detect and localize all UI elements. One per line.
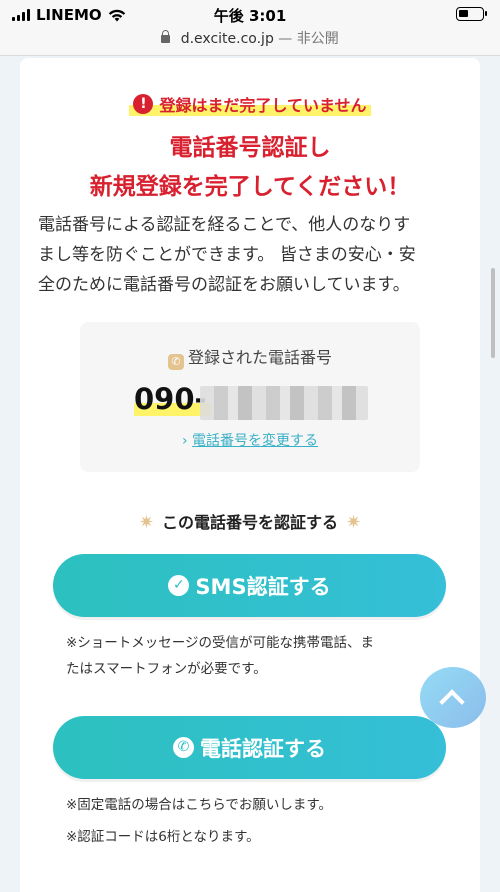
registered-phone-box: ✆ 登録された電話番号 090- › 電話番号を変更する (80, 322, 420, 472)
status-bar: LINEMO 午後 3:01 (0, 0, 500, 28)
url-status: 非公開 (296, 31, 339, 47)
sms-verify-button[interactable]: ✓ SMS認証する (53, 554, 446, 617)
alert-banner: ! 登録はまだ完了していません (0, 92, 500, 116)
verify-section-title: ✷ この電話番号を認証する ✷ (0, 509, 500, 533)
description-line3: 全のために電話番号の認証をお願いしています。 (38, 275, 410, 295)
phone-verify-button-label: 電話認証する (200, 736, 326, 761)
battery-icon (456, 7, 487, 21)
phone-note-line1: ※固定電話の場合はこちらでお願いします。 (66, 797, 333, 813)
lock-icon (161, 30, 171, 43)
verify-section-title-text: この電話番号を認証する (161, 513, 338, 532)
scroll-to-top-button[interactable] (420, 667, 486, 728)
check-circle-icon: ✓ (168, 575, 190, 596)
description: 電話番号による認証を経ることで、他人のなりす まし等を防ぐことができます。 皆さ… (38, 210, 468, 300)
registered-phone-label-row: ✆ 登録された電話番号 (80, 344, 420, 370)
phone-icon: ✆ (173, 737, 194, 758)
headline-line2: 新規登録を完了してください！ (89, 174, 411, 200)
url-separator: — (278, 31, 293, 47)
phone-note: ※固定電話の場合はこちらでお願いします。 ※認証コードは6桁となります。 (66, 792, 466, 850)
phone-number-mask (200, 386, 368, 420)
sms-verify-button-label: SMS認証する (195, 574, 331, 599)
change-phone-link-label: 電話番号を変更する (192, 433, 319, 449)
clock: 午後 3:01 (213, 7, 287, 25)
alert-text: 登録はまだ完了していません (159, 96, 367, 115)
sms-note-line1: ※ショートメッセージの受信が可能な携帯電話、ま (66, 635, 375, 651)
alert-message: ! 登録はまだ完了していません (129, 92, 371, 116)
headline-line1: 電話番号認証し (169, 135, 331, 161)
sms-note-line2: たはスマートフォンが必要です。 (66, 661, 267, 677)
description-line1: 電話番号による認証を経ることで、他人のなりす (38, 215, 411, 235)
address-bar[interactable]: d.excite.co.jp — 非公開 (0, 28, 500, 56)
scrollbar[interactable] (491, 268, 495, 358)
url-domain: d.excite.co.jp (180, 31, 274, 47)
phone-verify-button[interactable]: ✆ 電話認証する (53, 716, 446, 779)
registered-phone-label: 登録された電話番号 (187, 348, 332, 367)
phone-icon: ✆ (167, 354, 184, 370)
sparkle-icon: ✷ (346, 512, 362, 533)
exclamation-icon: ! (133, 94, 154, 114)
sparkle-icon: ✷ (138, 512, 154, 533)
chevron-right-icon: › (181, 433, 188, 449)
description-line2: まし等を防ぐことができます。 皆さまの安心・安 (38, 245, 416, 265)
phone-note-line2: ※認証コードは6桁となります。 (66, 829, 260, 845)
sms-note: ※ショートメッセージの受信が可能な携帯電話、ま たはスマートフォンが必要です。 (66, 630, 466, 682)
change-phone-link[interactable]: › 電話番号を変更する (80, 430, 420, 450)
